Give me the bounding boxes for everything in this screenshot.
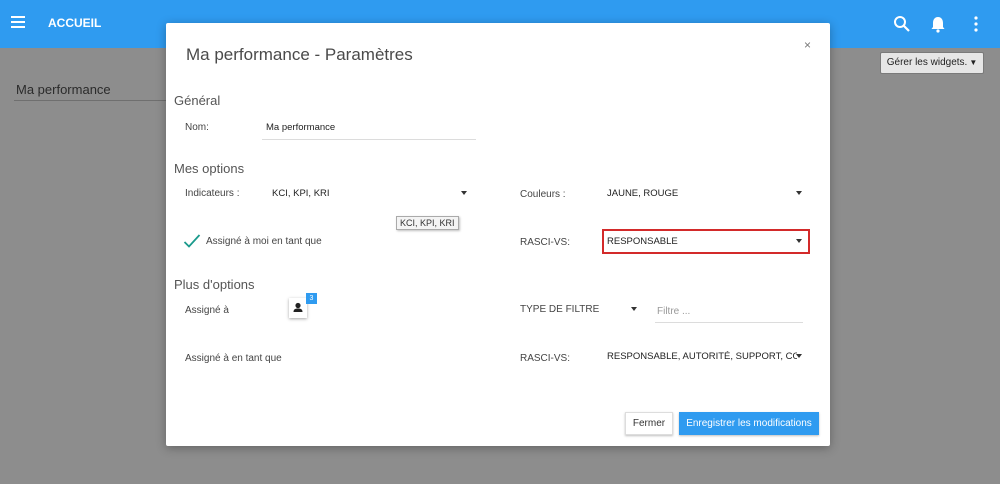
settings-dialog: × Ma performance - Paramètres Général No… [166,23,830,446]
bell-icon[interactable] [928,14,948,34]
assignee-picker[interactable] [289,298,307,318]
assigned-me-label: Assigné à moi en tant que [206,236,322,247]
name-label: Nom: [185,122,209,133]
close-button[interactable]: Fermer [625,412,673,435]
colors-label: Couleurs : [520,189,566,200]
page-title: Ma performance [16,82,111,97]
dialog-title: Ma performance - Paramètres [186,45,413,64]
more-vert-icon[interactable] [966,14,986,34]
manage-widgets-button[interactable]: Gérer les widgets. ▼ [880,52,984,74]
colors-select[interactable]: JAUNE, ROUGE [607,188,678,199]
check-icon[interactable] [183,233,201,249]
rasci-select-2[interactable]: RESPONSABLE, AUTORITÉ, SUPPORT, CONS [607,351,797,362]
indicators-label: Indicateurs : [185,188,240,199]
app-title: ACCUEIL [48,16,102,30]
save-button[interactable]: Enregistrer les modifications [679,412,819,435]
assignee-count-badge: 3 [306,293,317,304]
assigned-as-label: Assigné à en tant que [185,353,282,364]
filter-input[interactable]: Filtre ... [657,306,690,317]
menu-icon[interactable] [11,16,25,28]
user-icon [293,302,303,312]
caret-down-icon: ▼ [969,58,978,67]
indicators-tooltip: KCI, KPI, KRI [396,216,459,230]
name-field[interactable]: Ma performance [266,122,335,133]
colors-caret-icon[interactable] [796,191,802,195]
rasci-select[interactable]: RESPONSABLE [607,236,678,247]
search-icon[interactable] [892,14,912,34]
indicators-caret-icon[interactable] [461,191,467,195]
rasci-2-caret-icon[interactable] [796,354,802,358]
section-general: Général [174,93,221,108]
rasci-label-2: RASCI-VS: [520,353,571,364]
filter-type-select[interactable]: TYPE DE FILTRE [520,304,599,315]
rasci-caret-icon[interactable] [796,239,802,243]
manage-widgets-label: Gérer les widgets. [886,57,968,68]
section-more-options: Plus d'options [174,277,255,292]
assigned-label: Assigné à [185,305,229,316]
close-icon[interactable]: × [804,38,811,52]
filter-underline [655,322,803,323]
filter-type-caret-icon[interactable] [631,307,637,311]
title-divider [14,100,168,101]
section-my-options: Mes options [174,161,245,176]
indicators-select[interactable]: KCI, KPI, KRI [272,188,330,199]
name-underline [262,139,476,140]
rasci-label: RASCI-VS: [520,237,571,248]
